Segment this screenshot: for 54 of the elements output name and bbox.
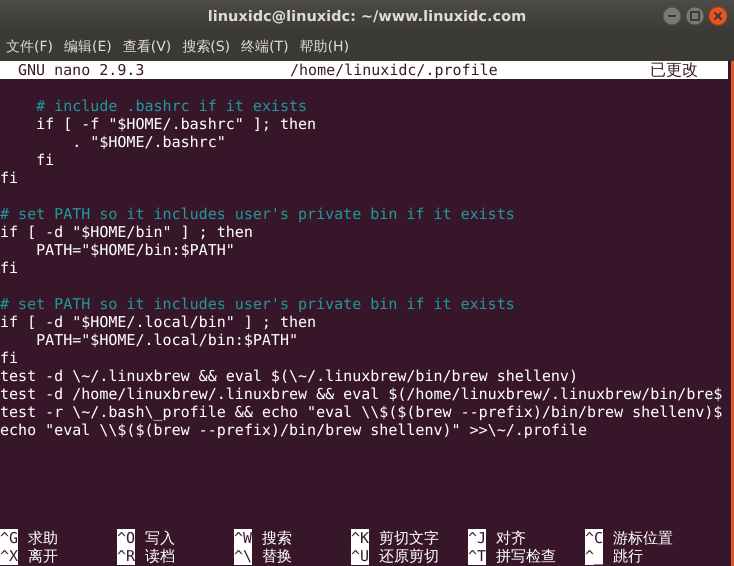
shortcut-label: 替换 bbox=[262, 547, 292, 565]
code-line: . "$HOME/.bashrc" bbox=[71, 133, 226, 151]
shortcut-label: 还原剪切 bbox=[379, 547, 440, 565]
code-line: fi bbox=[35, 151, 54, 169]
minimize-button[interactable] bbox=[662, 6, 682, 26]
file-path: /home/linuxidc/.profile bbox=[290, 61, 498, 79]
code-line: PATH="$HOME/bin:$PATH" bbox=[35, 241, 235, 259]
code-line: echo "eval \\$($(brew --prefix)/bin/brew shellenv)" >>\~/.profile bbox=[0, 421, 587, 439]
shortcut-label: 求助 bbox=[28, 529, 58, 547]
shortcut-key: ^U bbox=[351, 547, 370, 565]
shortcut-label: 读档 bbox=[145, 547, 176, 565]
shortcut-key: ^C bbox=[585, 529, 604, 547]
editor-version: GNU nano 2.9.3 bbox=[18, 61, 144, 79]
code-line: test -d /home/linuxbrew/.linuxbrew && eval $(/home/linuxbrew/.linuxbrew/bin/bre$ bbox=[0, 385, 722, 403]
shortcut-key: ^T bbox=[468, 547, 486, 565]
shortcut-label: 拼写检查 bbox=[496, 547, 556, 565]
shortcut-label: 剪切文字 bbox=[379, 529, 440, 547]
shortcut-key: ^W bbox=[234, 529, 252, 547]
menu-item[interactable]: 查看(V) bbox=[122, 38, 172, 56]
shortcut-label: 对齐 bbox=[496, 529, 526, 547]
modified-status: 已更改 bbox=[650, 61, 698, 79]
menu-item[interactable]: 帮助(H) bbox=[300, 38, 350, 56]
close-button[interactable] bbox=[708, 6, 728, 26]
code-line: test -r \~/.bash\_profile && echo "eval \\$($(brew --prefix)/bin/brew shellenv)$ bbox=[0, 403, 722, 421]
shortcut-label: 写入 bbox=[145, 529, 176, 547]
code-comment: # set PATH so it includes user's private bin if it exists bbox=[0, 295, 515, 313]
code-line: fi bbox=[0, 259, 18, 277]
code-comment: # set PATH so it includes user's private bin if it exists bbox=[0, 205, 515, 223]
code-line: if [ -d "$HOME/.local/bin" ] ; then bbox=[0, 313, 316, 331]
shortcut-label: 搜索 bbox=[262, 529, 292, 547]
shortcut-key: ^O bbox=[117, 529, 136, 547]
menu-item[interactable]: 终端(T) bbox=[241, 38, 289, 56]
shortcut-key: ^K bbox=[351, 529, 370, 547]
code-line: fi bbox=[0, 169, 18, 187]
code-comment: # include .bashrc if it exists bbox=[35, 97, 308, 115]
maximize-button[interactable] bbox=[685, 6, 705, 26]
window-title: linuxidc@linuxidc: ~/www.linuxidc.com bbox=[208, 8, 526, 24]
shortcut-key: ^R bbox=[117, 547, 136, 565]
shortcut-label: 跳行 bbox=[613, 547, 644, 565]
menu-item[interactable]: 编辑(E) bbox=[64, 38, 112, 56]
shortcut-key: ^G bbox=[0, 529, 18, 547]
code-line: test -d \~/.linuxbrew && eval $(\~/.linuxbrew/bin/brew shellenv) bbox=[0, 367, 578, 385]
shortcut-key: ^X bbox=[0, 547, 18, 565]
shortcut-label: 离开 bbox=[28, 547, 58, 565]
menu-item[interactable]: 文件(F) bbox=[6, 38, 53, 56]
shortcut-key: ^J bbox=[468, 529, 486, 547]
shortcut-key: ^\ bbox=[234, 547, 252, 565]
code-line: fi bbox=[0, 349, 18, 367]
code-line: if [ -f "$HOME/.bashrc" ]; then bbox=[35, 115, 316, 133]
shortcut-key: ^_ bbox=[585, 547, 604, 565]
code-line: if [ -d "$HOME/bin" ] ; then bbox=[0, 223, 253, 241]
menu-item[interactable]: 搜索(S) bbox=[182, 38, 230, 56]
code-line: PATH="$HOME/.local/bin:$PATH" bbox=[35, 331, 298, 349]
shortcut-label: 游标位置 bbox=[613, 529, 674, 547]
